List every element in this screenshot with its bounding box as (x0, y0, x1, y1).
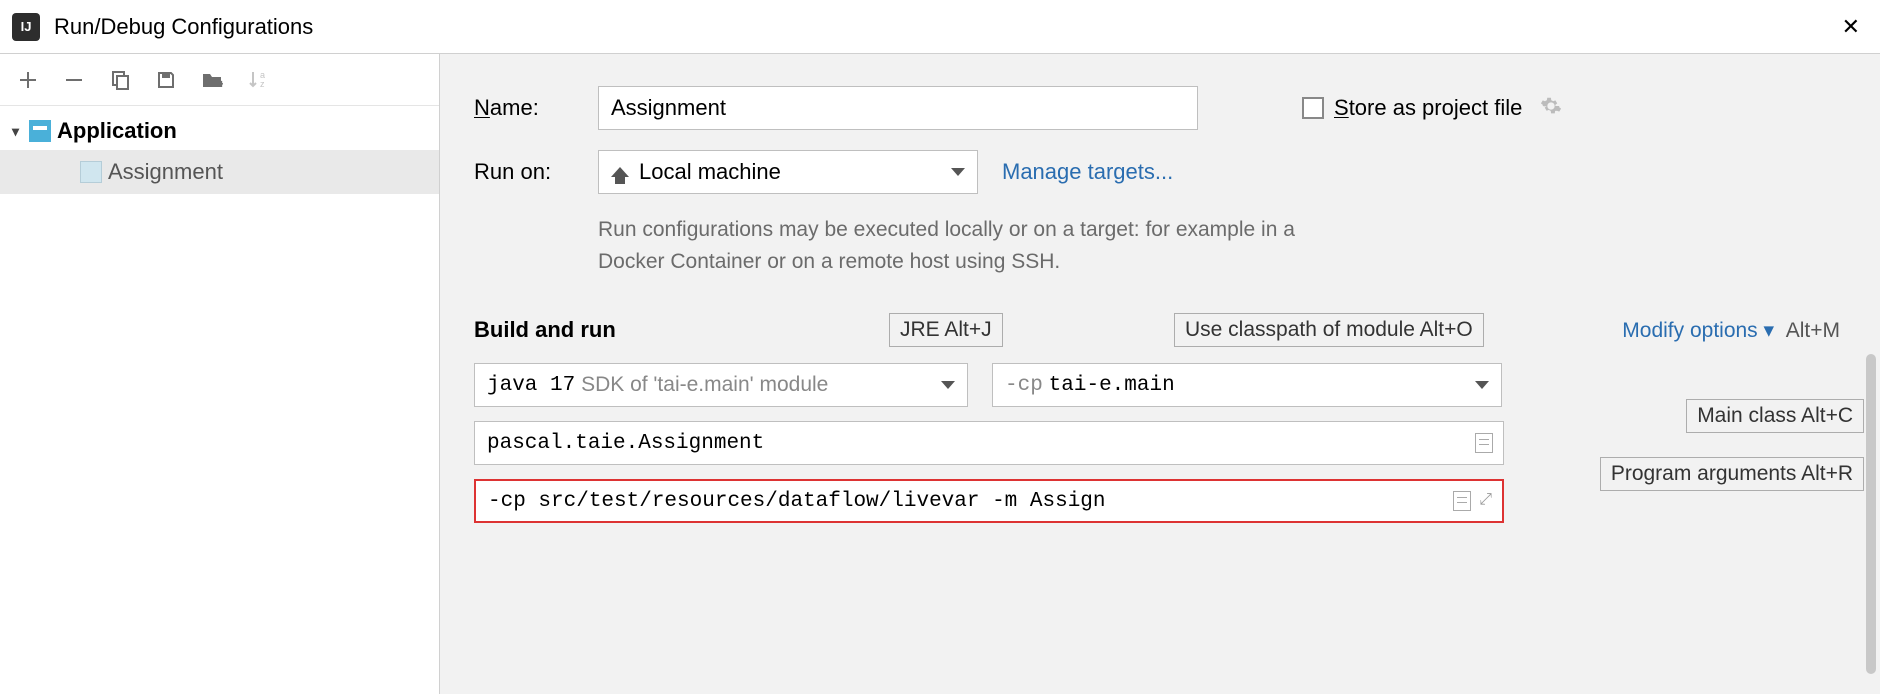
name-label: Name: (474, 95, 574, 121)
save-button[interactable] (154, 68, 178, 92)
run-on-value: Local machine (639, 159, 781, 185)
tree-item-assignment[interactable]: Assignment (0, 150, 439, 194)
close-icon[interactable]: ✕ (1834, 14, 1868, 40)
document-icon[interactable] (1453, 491, 1471, 511)
run-on-select[interactable]: Local machine (598, 150, 978, 194)
sort-button[interactable]: az (246, 68, 270, 92)
run-on-label: Run on: (474, 159, 574, 185)
add-button[interactable] (16, 68, 40, 92)
mainclass-tooltip: Main class Alt+C (1686, 399, 1864, 433)
tree-group-application[interactable]: ▾ Application (0, 112, 439, 150)
chevron-down-icon (951, 168, 965, 176)
expand-icon[interactable]: ⤢ (1479, 491, 1492, 511)
args-tooltip: Program arguments Alt+R (1600, 457, 1864, 491)
gear-icon[interactable] (1540, 95, 1562, 122)
svg-text:+: + (218, 77, 223, 90)
chevron-down-icon: ▾ (12, 123, 19, 140)
config-icon (80, 161, 102, 183)
run-on-hint: Run configurations may be executed local… (598, 214, 1318, 277)
remove-button[interactable] (62, 68, 86, 92)
store-checkbox[interactable] (1302, 97, 1324, 119)
sidebar-toolbar: + az (0, 54, 439, 106)
config-tree: ▾ Application Assignment (0, 106, 439, 194)
classpath-tooltip: Use classpath of module Alt+O (1174, 313, 1484, 347)
name-input[interactable] (598, 86, 1198, 130)
jdk-suffix: SDK of 'tai-e.main' module (581, 373, 828, 397)
program-args-input[interactable]: -cp src/test/resources/dataflow/livevar … (474, 479, 1504, 523)
intellij-icon: IJ (12, 13, 40, 41)
document-icon[interactable] (1475, 433, 1493, 453)
svg-text:z: z (260, 79, 265, 89)
main-class-input[interactable]: pascal.taie.Assignment (474, 421, 1504, 465)
build-section-title: Build and run (474, 317, 616, 343)
jre-tooltip: JRE Alt+J (889, 313, 1003, 347)
jdk-prefix: java 17 (487, 374, 575, 397)
modify-options-link[interactable]: Modify options ▾ Alt+M (1622, 318, 1840, 343)
classpath-select[interactable]: -cp tai-e.main (992, 363, 1502, 407)
sidebar: + az ▾ Application Assignment (0, 54, 440, 694)
titlebar: IJ Run/Debug Configurations ✕ (0, 0, 1880, 54)
cp-value: tai-e.main (1049, 374, 1175, 397)
application-group-icon (29, 120, 51, 142)
store-label: Store as project file (1334, 95, 1522, 121)
folder-button[interactable]: + (200, 68, 224, 92)
tree-item-label: Assignment (108, 159, 223, 185)
program-args-value: -cp src/test/resources/dataflow/livevar … (488, 490, 1106, 513)
main-panel: Name: Store as project file Run on: Loca… (440, 54, 1880, 694)
manage-targets-link[interactable]: Manage targets... (1002, 159, 1173, 185)
tree-group-label: Application (57, 118, 177, 144)
home-icon (611, 167, 629, 177)
window-title: Run/Debug Configurations (54, 14, 313, 40)
jdk-select[interactable]: java 17 SDK of 'tai-e.main' module (474, 363, 968, 407)
main-class-value: pascal.taie.Assignment (487, 432, 764, 455)
chevron-down-icon (941, 381, 955, 389)
copy-button[interactable] (108, 68, 132, 92)
cp-prefix: -cp (1005, 374, 1043, 397)
scrollbar[interactable] (1866, 354, 1876, 674)
chevron-down-icon (1475, 381, 1489, 389)
